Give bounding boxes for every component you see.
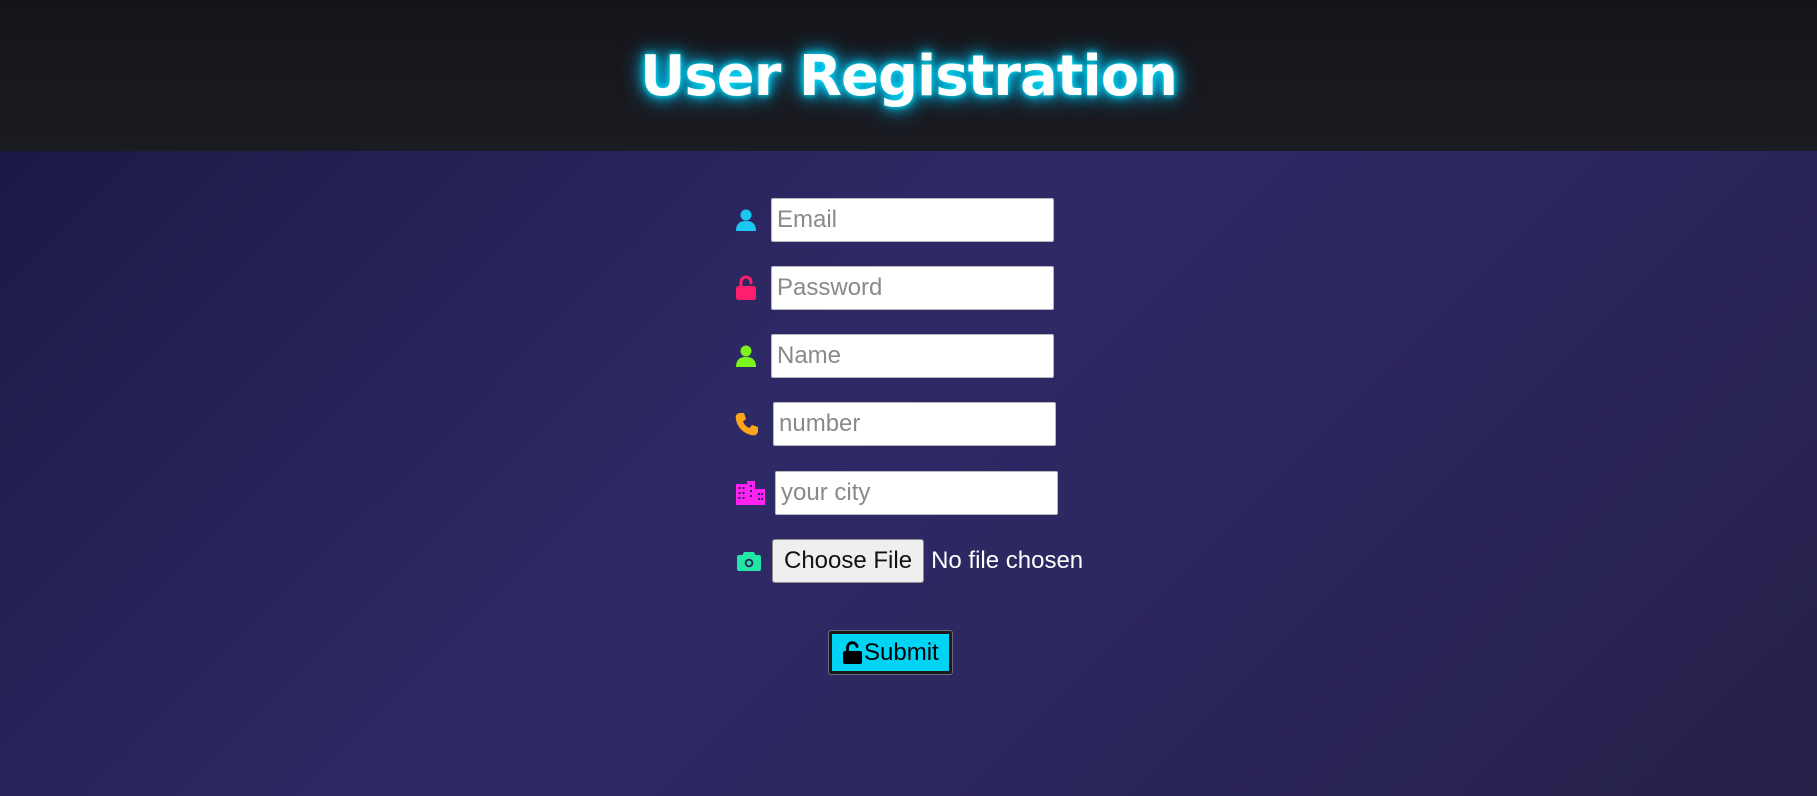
submit-label: Submit: [864, 638, 939, 666]
choose-file-button[interactable]: Choose File: [772, 539, 925, 583]
city-icon: [734, 479, 766, 507]
email-row: [732, 198, 1054, 242]
unlock-icon: [732, 274, 760, 302]
name-row: [732, 334, 1054, 378]
camera-icon: [735, 547, 763, 575]
submit-button[interactable]: Submit: [828, 630, 953, 675]
password-row: [732, 266, 1054, 310]
city-row: [734, 471, 1058, 515]
photo-row: Choose File No file chosen: [735, 539, 1083, 583]
name-input[interactable]: [771, 334, 1054, 378]
file-status-text: No file chosen: [931, 547, 1084, 574]
user-icon: [732, 206, 760, 234]
number-input[interactable]: [773, 402, 1056, 446]
user-icon: [732, 342, 760, 370]
phone-icon: [733, 410, 761, 438]
password-input[interactable]: [771, 266, 1054, 310]
number-row: [733, 402, 1056, 446]
unlock-icon: [842, 640, 863, 665]
city-input[interactable]: [775, 471, 1058, 515]
page-title: User Registration: [639, 44, 1178, 109]
page-header: User Registration: [0, 0, 1817, 151]
email-input[interactable]: [771, 198, 1054, 242]
